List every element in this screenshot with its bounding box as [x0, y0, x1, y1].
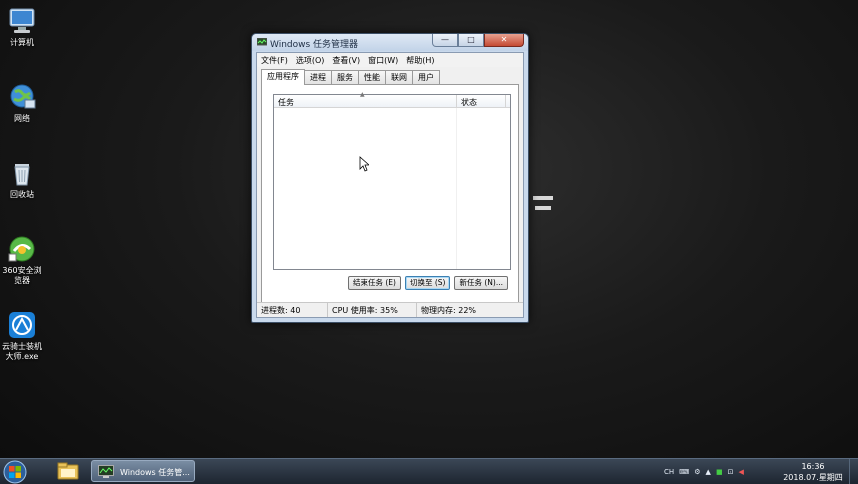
task-actions: 结束任务 (E) 切换至 (S) 新任务 (N)...: [348, 276, 512, 290]
show-desktop-button[interactable]: [849, 459, 858, 484]
maximize-button[interactable]: □: [458, 34, 484, 47]
desktop-icon-label: 360安全浏览器: [2, 266, 42, 285]
explorer-folder-icon[interactable]: [54, 460, 82, 482]
task-manager-app-icon: [257, 38, 267, 46]
360-browser-icon: [8, 236, 35, 262]
new-task-button[interactable]: 新任务 (N)...: [454, 276, 508, 290]
volume-muted-icon[interactable]: ◀: [738, 468, 743, 476]
show-hidden-icons-icon[interactable]: ▲: [706, 468, 711, 476]
sort-ascending-icon: ▲: [360, 91, 365, 98]
ime-settings-icon[interactable]: ⚙: [694, 468, 700, 476]
tab-services[interactable]: 服务: [331, 70, 359, 84]
desktop-icon-yunqishi[interactable]: 云骑士装机大师.exe: [0, 310, 44, 362]
close-button[interactable]: ✕: [484, 34, 524, 47]
desktop-icon-computer[interactable]: 计算机: [0, 6, 44, 48]
status-processes: 进程数: 40: [257, 303, 328, 317]
status-bar: 进程数: 40 CPU 使用率: 35% 物理内存: 22%: [257, 302, 523, 317]
language-indicator[interactable]: CH: [664, 468, 674, 476]
desktop-icon-label: 计算机: [10, 38, 34, 47]
desktop-icon-recycle-bin[interactable]: 回收站: [0, 158, 44, 200]
tab-applications[interactable]: 应用程序: [261, 69, 305, 85]
task-list[interactable]: ▲ 任务 状态: [273, 91, 511, 270]
taskbar: Windows 任务管... CH ⌨ ⚙ ▲ ■ ⊡ ◀ 16:36 2018…: [0, 458, 858, 484]
taskbar-item-label: Windows 任务管...: [120, 468, 190, 477]
menu-view[interactable]: 查看(V): [328, 53, 364, 67]
tab-performance[interactable]: 性能: [358, 70, 386, 84]
end-task-button[interactable]: 结束任务 (E): [348, 276, 401, 290]
keyboard-icon[interactable]: ⌨: [679, 468, 689, 476]
desktop-icon-label: 回收站: [10, 190, 34, 199]
clock-date: 2018.07.星期四: [783, 473, 843, 482]
task-manager-icon: [98, 465, 114, 478]
tab-processes[interactable]: 进程: [304, 70, 332, 84]
mouse-pointer-icon: [359, 156, 369, 172]
desktop-icon-label: 网络: [14, 114, 30, 123]
status-cpu: CPU 使用率: 35%: [328, 303, 417, 317]
column-header-task[interactable]: ▲ 任务: [274, 91, 457, 107]
column-header-task-label: 任务: [278, 98, 294, 107]
task-list-header: ▲ 任务 状态: [274, 91, 510, 108]
security-app-icon[interactable]: ■: [716, 468, 723, 476]
window-titlebar[interactable]: Windows 任务管理器 — □ ✕: [252, 34, 528, 51]
start-button-windows-icon[interactable]: [3, 460, 27, 484]
system-tray: CH ⌨ ⚙ ▲ ■ ⊡ ◀: [664, 459, 749, 484]
menu-options[interactable]: 选项(O): [292, 53, 329, 67]
tab-strip: 应用程序 进程 服务 性能 联网 用户: [261, 69, 440, 85]
yunqishi-installer-icon: [9, 312, 35, 338]
applications-tab-panel: ▲ 任务 状态 结束任务 (E) 切换至 (S) 新任务 (N)...: [261, 84, 519, 312]
task-manager-window: Windows 任务管理器 — □ ✕ 文件(F) 选项(O) 查看(V) 窗口…: [251, 33, 529, 323]
minimize-button[interactable]: —: [432, 34, 458, 47]
recycle-bin-icon: [14, 164, 30, 186]
network-globe-icon: [10, 84, 36, 109]
taskbar-clock[interactable]: 16:36 2018.07.星期四: [780, 461, 846, 483]
tab-networking[interactable]: 联网: [385, 70, 413, 84]
status-memory: 物理内存: 22%: [421, 306, 477, 315]
desktop-icon-label: 云骑士装机大师.exe: [2, 342, 42, 361]
window-client-area: 文件(F) 选项(O) 查看(V) 窗口(W) 帮助(H) 应用程序 进程 服务…: [256, 52, 524, 318]
tab-users[interactable]: 用户: [412, 70, 440, 84]
menu-windows[interactable]: 窗口(W): [364, 53, 402, 67]
menu-bar: 文件(F) 选项(O) 查看(V) 窗口(W) 帮助(H): [257, 53, 523, 67]
window-controls: — □ ✕: [432, 34, 524, 47]
menu-file[interactable]: 文件(F): [257, 53, 292, 67]
computer-icon: [9, 8, 35, 33]
desktop-icon-360-browser[interactable]: 360安全浏览器: [0, 234, 44, 286]
taskbar-item-task-manager[interactable]: Windows 任务管...: [91, 460, 195, 482]
column-header-status[interactable]: 状态: [457, 95, 506, 107]
task-list-body[interactable]: [274, 108, 510, 269]
desktop-icon-network[interactable]: 网络: [0, 82, 44, 124]
menu-help[interactable]: 帮助(H): [402, 53, 438, 67]
switch-to-button[interactable]: 切换至 (S): [404, 276, 451, 290]
clock-time: 16:36: [801, 462, 825, 471]
window-title: Windows 任务管理器: [270, 40, 359, 50]
network-tray-icon[interactable]: ⊡: [728, 468, 734, 476]
